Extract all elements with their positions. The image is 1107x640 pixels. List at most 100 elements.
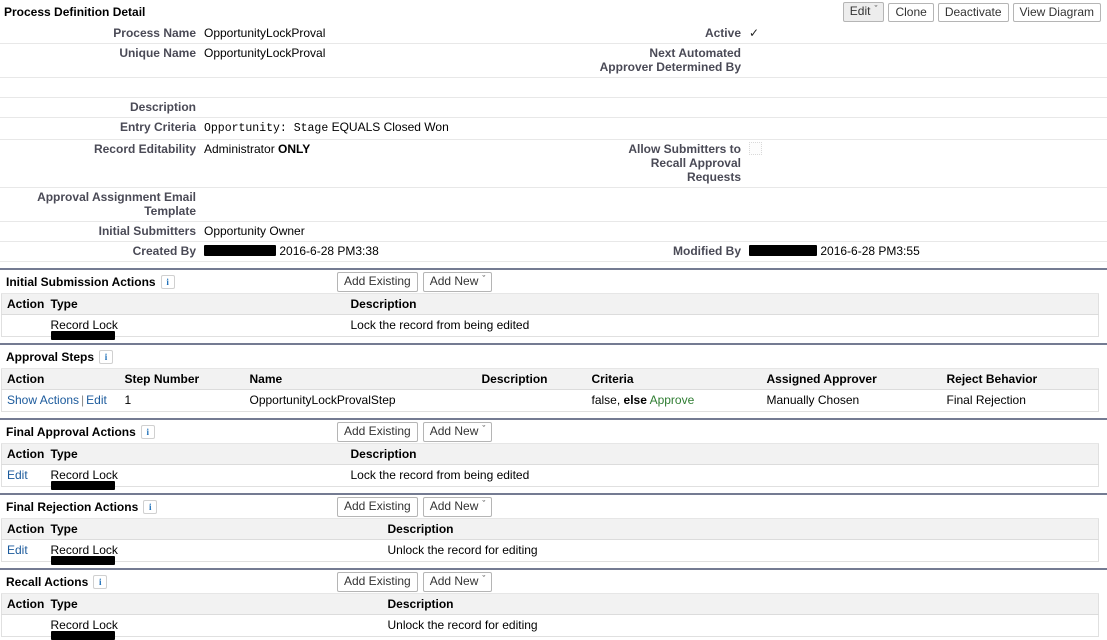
description-label: Description: [0, 97, 200, 118]
cell-assigned-approver: Manually Chosen: [761, 389, 942, 412]
modified-by-value: 2016-6-28 PM3:55: [745, 241, 1107, 262]
info-icon[interactable]: i: [160, 274, 175, 289]
initial-submitters-value-right: [745, 221, 1107, 242]
detail-row-created-modified: Created By 2016-6-28 PM3:38 Modified By …: [0, 241, 1107, 262]
section-title: Final Rejection Actions: [6, 499, 139, 514]
initial-submitters-value: Opportunity Owner: [200, 221, 595, 242]
record-editability-value: Administrator ONLY: [200, 139, 595, 188]
table-row: Show Actions | Edit 1 OpportunityLockProvalS…: [1, 389, 1099, 412]
section-title: Approval Steps: [6, 349, 95, 364]
cell-description: Unlock the record for editing: [382, 539, 1099, 562]
modified-by-timestamp: 2016-6-28 PM3:55: [820, 244, 920, 258]
column-header: Action: [1, 518, 46, 540]
chevron-down-icon: ˇ: [482, 573, 486, 584]
section-approval-steps: Approval Steps i Action Step Number Name Desc…: [0, 343, 1107, 412]
chevron-down-icon: ˇ: [874, 4, 878, 14]
info-icon[interactable]: i: [99, 349, 114, 364]
detail-row-entry-criteria: Entry Criteria Opportunity: Stage EQUALS…: [0, 117, 1107, 140]
action-type-text: Record Lock: [50, 618, 118, 632]
column-header: Action: [1, 368, 120, 390]
table-header-row: Action Type Description: [1, 593, 1099, 615]
chevron-down-icon: ˇ: [482, 273, 486, 284]
add-new-button[interactable]: Add New ˇ: [422, 421, 493, 442]
column-header: Type: [45, 443, 346, 465]
redaction-bar: [50, 481, 115, 490]
section-header-recall-actions: Recall Actions i Add Existing Add New ˇ: [0, 570, 1107, 593]
description-value-right: [745, 97, 1107, 118]
show-actions-link[interactable]: Show Actions: [7, 393, 79, 407]
add-new-button[interactable]: Add New ˇ: [422, 496, 493, 517]
cell-action: Edit: [1, 539, 46, 562]
cell-step-number: 1: [119, 389, 245, 412]
email-template-label-right: [595, 187, 745, 222]
column-header: Type: [45, 593, 383, 615]
info-icon[interactable]: i: [140, 424, 155, 439]
created-by-timestamp: 2016-6-28 PM3:38: [279, 244, 379, 258]
detail-row-spacer: [0, 77, 1107, 98]
add-existing-button[interactable]: Add Existing: [337, 271, 418, 292]
chevron-down-icon: ˇ: [482, 498, 486, 509]
cell-action: [1, 314, 46, 337]
section-header-final-rejection-actions: Final Rejection Actions i Add Existing Add …: [0, 495, 1107, 518]
next-automated-approver-label: Next Automated Approver Determined By: [595, 43, 745, 78]
active-label: Active: [595, 24, 745, 44]
allow-recall-checkbox[interactable]: [749, 142, 762, 155]
next-automated-approver-value: [745, 43, 1107, 78]
section-title: Final Approval Actions: [6, 424, 136, 439]
add-new-button[interactable]: Add New ˇ: [422, 271, 493, 292]
active-value: ✓: [745, 24, 1107, 44]
criteria-outcome: Approve: [649, 393, 695, 407]
cell-description: Lock the record from being edited: [345, 314, 1099, 337]
criteria-else-keyword: else: [623, 393, 647, 407]
created-by-value: 2016-6-28 PM3:38: [200, 241, 595, 262]
clone-button[interactable]: Clone: [888, 2, 934, 22]
add-new-button[interactable]: Add New ˇ: [422, 571, 493, 592]
edit-link[interactable]: Edit: [86, 393, 107, 407]
edit-link[interactable]: Edit: [7, 543, 28, 557]
column-header: Action: [1, 593, 46, 615]
deactivate-button[interactable]: Deactivate: [937, 2, 1009, 22]
approval-email-template-value: [200, 187, 595, 222]
table-header-row: Action Type Description: [1, 293, 1099, 315]
view-diagram-button[interactable]: View Diagram: [1012, 2, 1101, 22]
redaction-bar: [50, 631, 115, 640]
record-editability-emphasis: ONLY: [278, 142, 311, 156]
related-lists: Initial Submission Actions i Add Existing A…: [0, 268, 1107, 640]
spacer-value-right: [745, 77, 1107, 98]
add-existing-button[interactable]: Add Existing: [337, 421, 418, 442]
edit-link[interactable]: Edit: [7, 468, 28, 482]
column-header: Action: [1, 443, 46, 465]
cell-name: OpportunityLockProvalStep: [244, 389, 477, 412]
detail-action-buttons: Edit ˇ Clone Deactivate View Diagram: [842, 2, 1101, 22]
initial-submitters-label-right: [595, 221, 745, 242]
column-header: Name: [244, 368, 477, 390]
cell-description: [476, 389, 587, 412]
cell-action: Edit: [1, 464, 46, 487]
edit-button[interactable]: Edit ˇ: [842, 2, 885, 22]
column-header: Description: [345, 293, 1099, 315]
info-icon[interactable]: i: [93, 574, 108, 589]
action-type-text: Record Lock: [50, 468, 118, 482]
cell-type: Record Lock: [45, 464, 346, 490]
spacer-label: [0, 77, 200, 98]
spacer-label-right: [595, 77, 745, 98]
table-final-rejection-actions: Action Type Description Edit Record Lock Unlo…: [1, 518, 1099, 565]
add-new-label: Add New: [429, 498, 479, 513]
process-definition-page: Process Definition Detail Edit ˇ Clone De…: [0, 0, 1107, 640]
redaction-bar: [50, 556, 115, 565]
section-buttons: Add Existing Add New ˇ: [337, 271, 493, 292]
cell-description: Lock the record from being edited: [345, 464, 1099, 487]
info-icon[interactable]: i: [143, 499, 158, 514]
add-new-label: Add New: [429, 273, 479, 288]
add-existing-button[interactable]: Add Existing: [337, 571, 418, 592]
add-existing-button[interactable]: Add Existing: [337, 496, 418, 517]
section-final-approval-actions: Final Approval Actions i Add Existing Add N…: [0, 418, 1107, 490]
process-name-value: OpportunityLockProval: [200, 24, 595, 44]
allow-recall-value: [745, 139, 1107, 188]
section-title: Recall Actions: [6, 574, 89, 589]
check-icon: ✓: [749, 26, 760, 40]
action-type-text: Record Lock: [50, 318, 118, 332]
criteria-expression: false,: [591, 393, 621, 407]
detail-field-table: Process Name OpportunityLockProval Activ…: [0, 24, 1107, 262]
redaction-bar-modified-by: [749, 245, 817, 256]
